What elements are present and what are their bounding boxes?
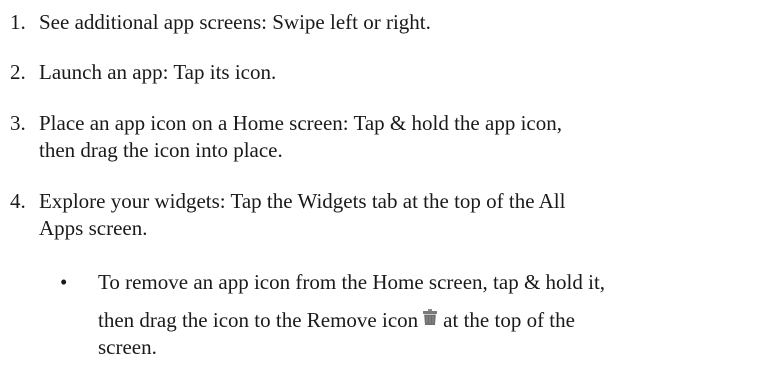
bullet-marker: • xyxy=(60,270,68,294)
bullet-text-line: To remove an app icon from the Home scre… xyxy=(98,270,606,294)
step-text-line: Place an app icon on a Home screen: Tap … xyxy=(39,111,562,135)
instructions-document: 1. See additional app screens: Swipe lef… xyxy=(0,0,758,368)
step-text: Launch an app: Tap its icon. xyxy=(39,59,751,86)
step-text-line: Launch an app: Tap its icon. xyxy=(39,60,277,84)
step-number: 4. xyxy=(10,189,26,213)
step-text: See additional app screens: Swipe left o… xyxy=(39,9,751,36)
step-text-line: then drag the icon into place. xyxy=(39,138,283,162)
bullet-text-segment: then drag the icon to the Remove icon xyxy=(98,308,419,332)
bullet-text: To remove an app icon from the Home scre… xyxy=(98,269,748,361)
step-text-line: Explore your widgets: Tap the Widgets ta… xyxy=(39,189,566,213)
step-number: 2. xyxy=(10,60,26,84)
step-text: Explore your widgets: Tap the Widgets ta… xyxy=(39,188,751,242)
step-text: Place an app icon on a Home screen: Tap … xyxy=(39,110,751,164)
step-text-line: Apps screen. xyxy=(39,216,148,240)
bullet-text-line: screen. xyxy=(98,335,157,359)
step-number: 1. xyxy=(10,10,26,34)
bullet-text-segment: at the top of the xyxy=(443,308,575,332)
step-number: 3. xyxy=(10,111,26,135)
trash-icon xyxy=(423,309,438,325)
bullet-text-line: then drag the icon to the Remove icon at… xyxy=(98,307,748,334)
step-text-line: See additional app screens: Swipe left o… xyxy=(39,10,431,34)
